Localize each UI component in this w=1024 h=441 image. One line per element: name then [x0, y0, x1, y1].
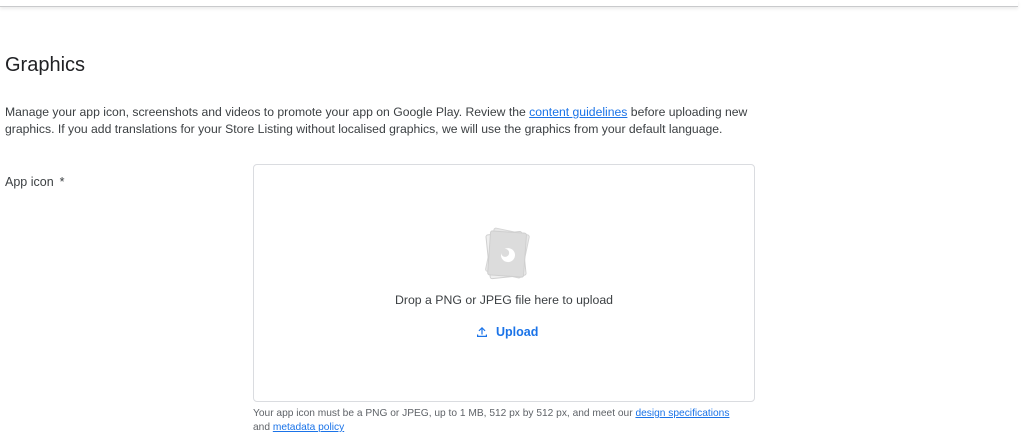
helper-text-and: and	[253, 422, 273, 433]
content-guidelines-link[interactable]: content guidelines	[529, 105, 627, 119]
app-icon-dropzone[interactable]: Drop a PNG or JPEG file here to upload U…	[253, 164, 755, 402]
metadata-policy-link[interactable]: metadata policy	[273, 422, 344, 433]
intro-text-start: Manage your app icon, screenshots and vi…	[5, 105, 530, 119]
upload-button[interactable]: Upload	[468, 321, 546, 343]
top-divider	[0, 0, 1018, 7]
page: Graphics Manage your app icon, screensho…	[0, 0, 1024, 441]
helper-text-start: Your app icon must be a PNG or JPEG, up …	[253, 408, 636, 419]
upload-button-label: Upload	[496, 325, 539, 339]
section-title: Graphics	[5, 54, 86, 76]
image-placeholder-icon	[485, 227, 530, 280]
app-icon-label-text: App icon	[5, 175, 54, 189]
app-icon-label: App icon *	[5, 175, 65, 189]
required-marker: *	[59, 175, 65, 189]
app-icon-helper-text: Your app icon must be a PNG or JPEG, up …	[253, 407, 773, 435]
dropzone-instruction: Drop a PNG or JPEG file here to upload	[394, 293, 614, 307]
design-specifications-link[interactable]: design specifications	[635, 408, 729, 419]
upload-icon	[477, 327, 487, 337]
section-description: Manage your app icon, screenshots and vi…	[5, 104, 765, 138]
